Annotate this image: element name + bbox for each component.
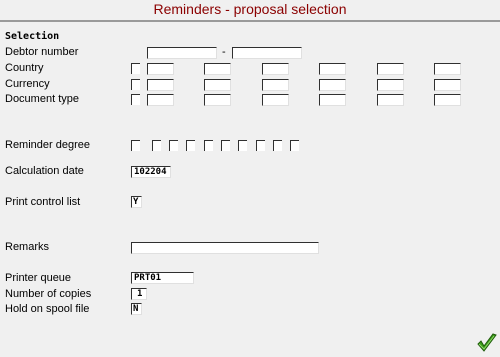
remarks-label: Remarks <box>5 241 50 253</box>
green-checkmark-icon[interactable] <box>476 333 498 353</box>
currency-field[interactable] <box>319 79 346 91</box>
country-field[interactable] <box>319 63 346 75</box>
number-of-copies-label: Number of copies <box>5 288 92 300</box>
reminder-degree-checkbox[interactable] <box>131 140 140 151</box>
reminder-degree-checkbox[interactable] <box>273 140 282 151</box>
section-heading: Selection <box>5 31 60 42</box>
country-include-toggle[interactable] <box>131 63 140 74</box>
country-field[interactable] <box>204 63 231 75</box>
reminder-degree-checkbox[interactable] <box>221 140 230 151</box>
currency-label: Currency <box>5 78 50 90</box>
window-title: Reminders - proposal selection <box>153 1 347 17</box>
document-type-field[interactable] <box>319 94 346 106</box>
debtor-number-label: Debtor number <box>5 46 79 58</box>
document-type-field[interactable] <box>204 94 231 106</box>
debtor-number-to-field[interactable] <box>232 47 302 59</box>
reminder-degree-checkbox[interactable] <box>186 140 195 151</box>
document-type-label: Document type <box>5 93 79 105</box>
title-bar: Reminders - proposal selection <box>0 0 500 22</box>
currency-field[interactable] <box>204 79 231 91</box>
document-type-field[interactable] <box>377 94 404 106</box>
country-field[interactable] <box>434 63 461 75</box>
currency-field[interactable] <box>434 79 461 91</box>
currency-include-toggle[interactable] <box>131 79 140 90</box>
hold-on-spool-file-field[interactable]: N <box>131 303 142 315</box>
calculation-date-field[interactable]: 102204 <box>131 166 171 178</box>
calculation-date-label: Calculation date <box>5 165 84 177</box>
document-type-include-toggle[interactable] <box>131 94 140 105</box>
currency-field[interactable] <box>377 79 404 91</box>
reminder-degree-checkbox[interactable] <box>238 140 247 151</box>
country-field[interactable] <box>377 63 404 75</box>
document-type-field[interactable] <box>147 94 174 106</box>
print-control-list-label: Print control list <box>5 196 81 208</box>
reminder-degree-checkbox[interactable] <box>256 140 265 151</box>
range-separator: - <box>222 46 226 58</box>
debtor-number-from-field[interactable] <box>147 47 217 59</box>
reminder-degree-checkbox[interactable] <box>169 140 178 151</box>
document-type-field[interactable] <box>262 94 289 106</box>
currency-field[interactable] <box>262 79 289 91</box>
printer-queue-field[interactable]: PRT01 <box>131 272 194 284</box>
print-control-list-field[interactable]: Y <box>131 196 142 208</box>
country-field[interactable] <box>262 63 289 75</box>
country-field[interactable] <box>147 63 174 75</box>
remarks-field[interactable] <box>131 242 319 254</box>
printer-queue-label: Printer queue <box>5 272 72 284</box>
country-label: Country <box>5 62 44 74</box>
number-of-copies-field[interactable]: 1 <box>131 288 147 300</box>
reminder-degree-checkbox[interactable] <box>204 140 213 151</box>
reminder-degree-checkbox[interactable] <box>152 140 161 151</box>
hold-on-spool-file-label: Hold on spool file <box>5 303 90 315</box>
currency-field[interactable] <box>147 79 174 91</box>
reminder-degree-label: Reminder degree <box>5 139 90 151</box>
reminder-degree-checkbox[interactable] <box>290 140 299 151</box>
document-type-field[interactable] <box>434 94 461 106</box>
